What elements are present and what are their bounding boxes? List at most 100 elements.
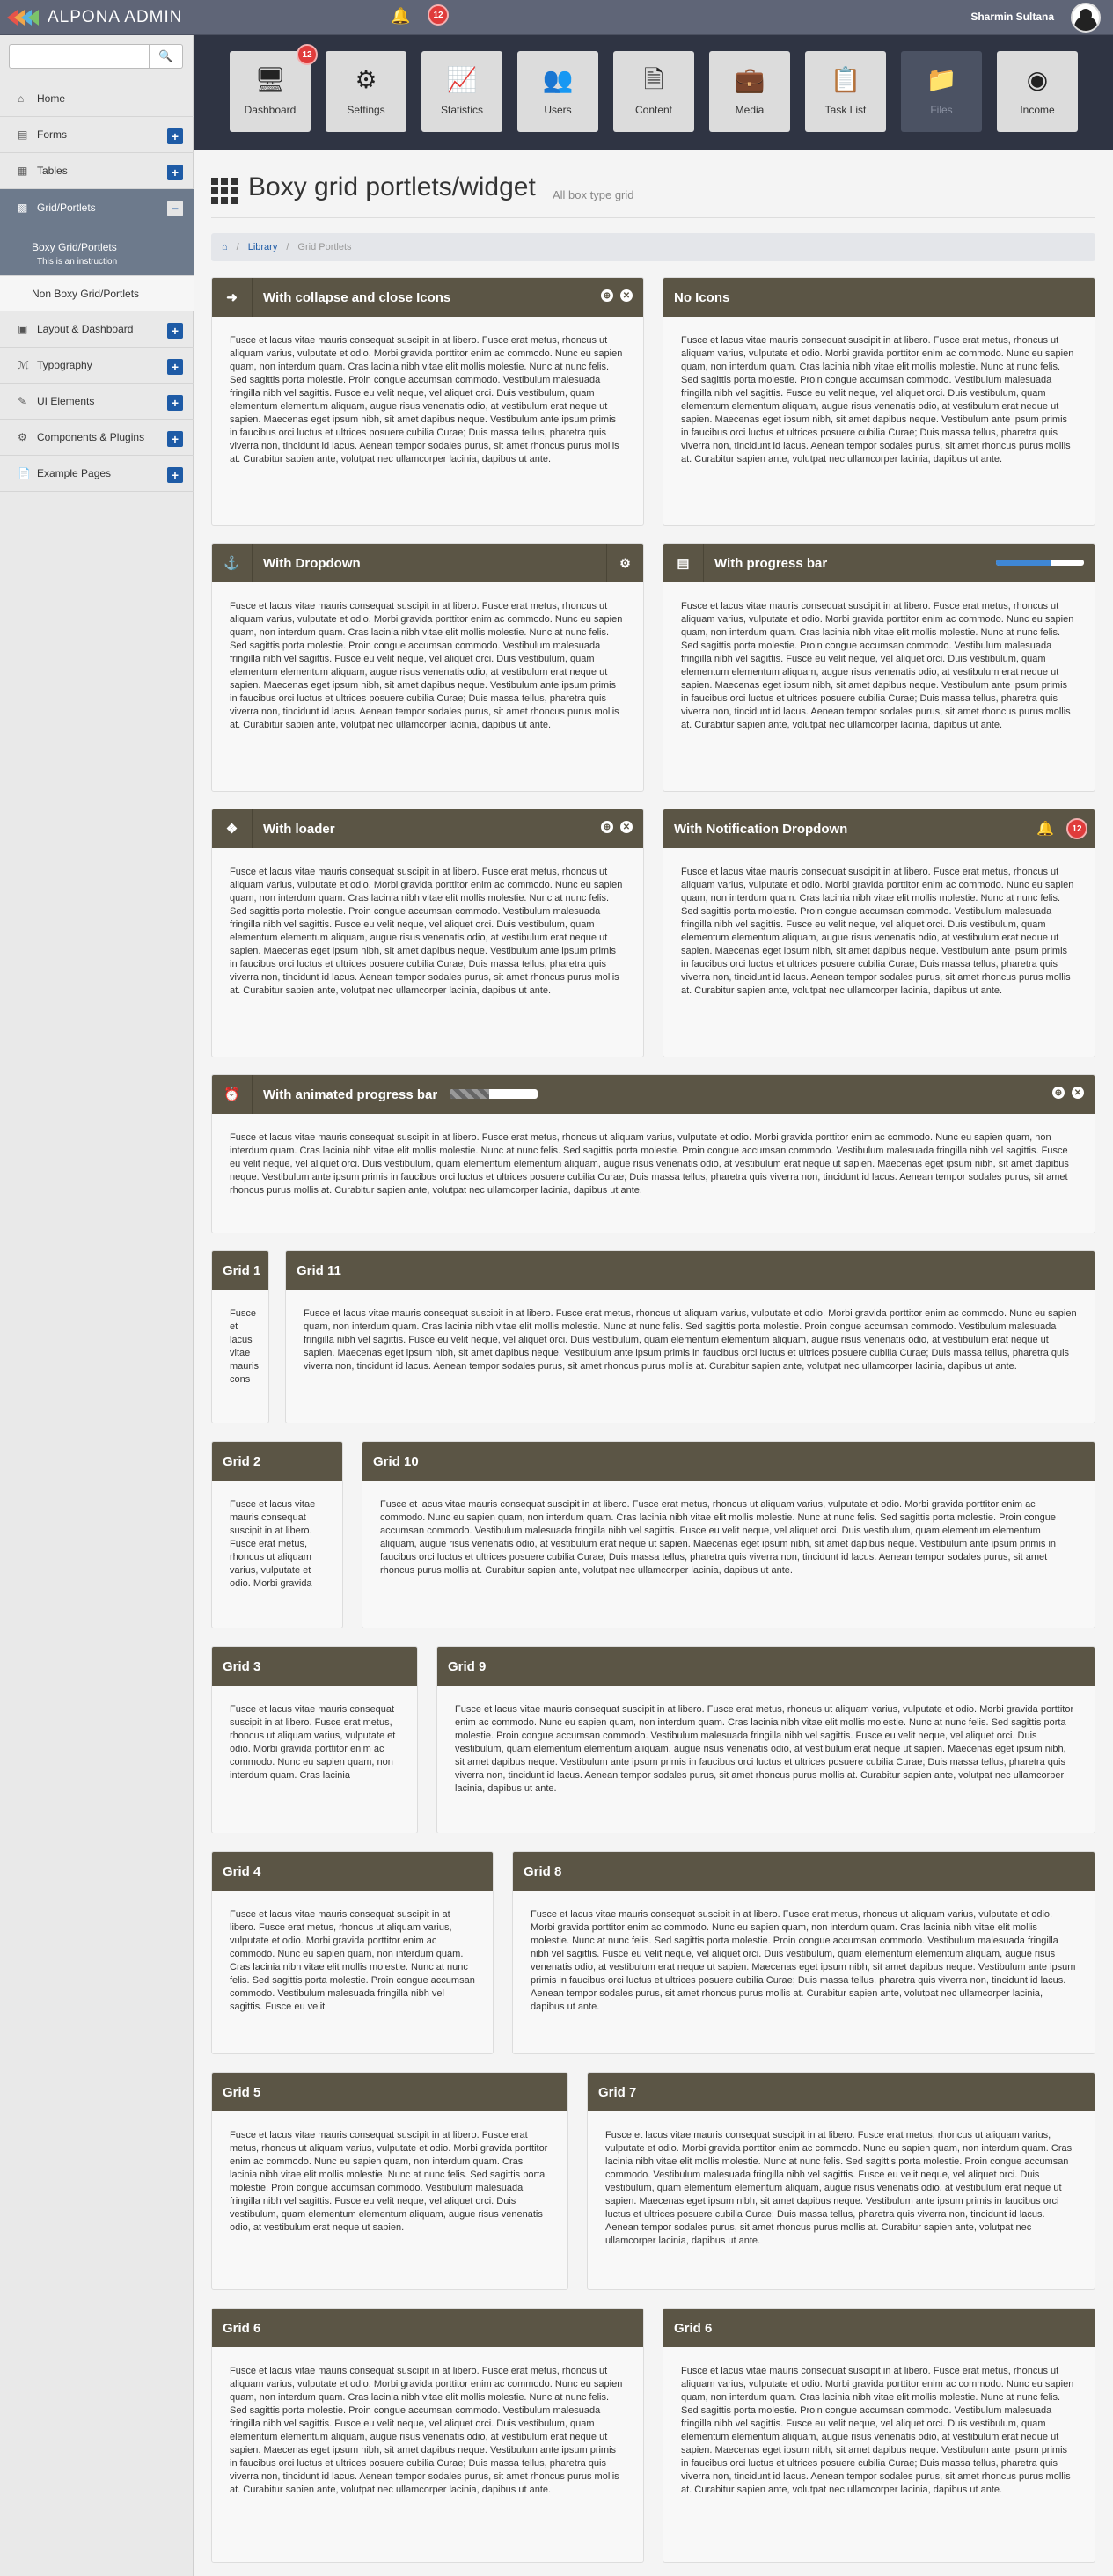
notification-badge[interactable]: 12 [1066, 818, 1087, 839]
user-name[interactable]: Sharmin Sultana [970, 11, 1054, 23]
toolbar-label: Income [1020, 104, 1055, 116]
portlet-title: Grid 1 [223, 1262, 261, 1278]
toolbar-users-button[interactable]: 👥 Users [517, 51, 598, 132]
sidebar-item-example-pages[interactable]: 📄 Example Pages + [0, 456, 194, 492]
portlet-title: Grid 10 [373, 1453, 419, 1469]
portlet-body: Fusce et lacus vitae mauris consequat su… [230, 2130, 548, 2233]
shortcut-toolbar: 🖥 Dashboard 12 ⚙ Settings 📈 Statistics 👥… [194, 35, 1113, 150]
portlet-body: Fusce et lacus vitae mauris cons [230, 1308, 260, 1385]
sidebar-item-typography[interactable]: ℳ Typography + [0, 348, 194, 384]
expand-icon[interactable]: + [167, 395, 183, 411]
portlet-grid-1: Grid 1 Fusce et lacus vitae mauris cons [211, 1250, 269, 1423]
portlet-title: Grid 5 [223, 2084, 261, 2100]
expand-icon[interactable]: + [167, 467, 183, 483]
sidebar-item-label: Home [37, 92, 66, 105]
portlet-header: Grid 11 [286, 1251, 1095, 1290]
collapse-icon[interactable]: − [167, 201, 183, 216]
search-button[interactable]: 🔍 [150, 44, 183, 69]
expand-icon[interactable]: + [167, 165, 183, 180]
toolbar-settings-button[interactable]: ⚙ Settings [326, 51, 406, 132]
portlet-header: ❖ With loader ⊕ ✕ [212, 809, 643, 848]
close-icon[interactable]: ✕ [620, 821, 633, 833]
toolbar-media-button[interactable]: 💼 Media [709, 51, 790, 132]
toolbar-label: Task List [824, 104, 867, 116]
sidebar-item-forms[interactable]: ▤ Forms + [0, 117, 194, 153]
portlet-title: With loader [263, 821, 335, 837]
portlet-grid-11: Grid 11 Fusce et lacus vitae mauris cons… [285, 1250, 1095, 1423]
portlet-grid-8: Grid 8 Fusce et lacus vitae mauris conse… [512, 1851, 1095, 2054]
alarm-clock-icon: ⏰ [212, 1075, 253, 1114]
tasks-icon: 📋 [830, 66, 861, 93]
portlet-body: Fusce et lacus vitae mauris consequat su… [455, 1704, 1074, 1794]
sidebar-item-home[interactable]: ⌂ Home [0, 81, 194, 117]
breadcrumb-library[interactable]: Library [248, 242, 278, 252]
portlet-header: Grid 8 [513, 1852, 1095, 1891]
close-icon[interactable]: ✕ [1072, 1087, 1084, 1099]
toolbar-files-button[interactable]: 📁 Files [901, 51, 982, 132]
portlet-body: Fusce et lacus vitae mauris consequat su… [605, 2130, 1073, 2246]
top-bar: ALPONA ADMIN 🔔 12 Sharmin Sultana [0, 0, 1113, 35]
toolbar-dashboard-button[interactable]: 🖥 Dashboard 12 [230, 44, 318, 132]
avatar[interactable] [1071, 3, 1101, 33]
sidebar-item-ui-elements[interactable]: ✎ UI Elements + [0, 384, 194, 420]
portlet-header: Grid 7 [588, 2073, 1095, 2111]
bell-icon[interactable]: 🔔 [1036, 820, 1054, 838]
toolbar-label: Files [930, 104, 953, 116]
search-input[interactable] [9, 44, 150, 69]
page-title: Boxy grid portlets/widget [248, 172, 536, 201]
sidebar-item-layout[interactable]: ▣ Layout & Dashboard + [0, 311, 194, 348]
expand-icon[interactable]: + [167, 359, 183, 375]
collapse-icon[interactable]: ⊕ [601, 289, 613, 302]
page-subtitle: All box type grid [553, 188, 634, 201]
collapse-icon[interactable]: ⊕ [601, 821, 613, 833]
toolbar-task-list-button[interactable]: 📋 Task List [805, 51, 886, 132]
gear-icon[interactable]: ⚙ [606, 544, 643, 582]
portlet-notification: With Notification Dropdown 🔔 12 Fusce et … [663, 809, 1095, 1057]
portlet-header: Grid 6 [663, 2309, 1095, 2347]
forms-icon: ▤ [18, 128, 28, 141]
portlet-grid-6-left: Grid 6 Fusce et lacus vitae mauris conse… [211, 2308, 644, 2563]
toolbar-income-button[interactable]: ◉ Income [997, 51, 1078, 132]
brand-logo [7, 10, 39, 26]
sidebar-item-tables[interactable]: ▦ Tables + [0, 153, 194, 189]
sidebar-search: 🔍 [9, 44, 183, 69]
portlet-header: Grid 9 [437, 1647, 1095, 1686]
portlet-header: With Notification Dropdown 🔔 12 [663, 809, 1095, 848]
toolbar-content-button[interactable]: 🗎 Content [613, 51, 694, 132]
sidebar-item-label: Tables [37, 165, 68, 177]
grid-icon: ▩ [18, 201, 28, 214]
brand[interactable]: ALPONA ADMIN [7, 5, 183, 30]
bell-icon[interactable]: 🔔 [391, 7, 410, 26]
layout-icon: ▣ [18, 323, 28, 335]
portlet-header: ⏰ With animated progress bar ⊕ ✕ [212, 1075, 1095, 1114]
monitor-icon: 🖥 [254, 66, 286, 93]
book-icon: ▤ [663, 544, 704, 582]
expand-icon[interactable]: + [167, 323, 183, 339]
portlet-body: Fusce et lacus vitae mauris consequat su… [380, 1499, 1057, 1576]
expand-icon[interactable]: + [167, 128, 183, 144]
sidebar-subitem-boxy[interactable]: Boxy Grid/Portlets This is an instructio… [0, 225, 194, 276]
sidebar-subitem-non-boxy[interactable]: Non Boxy Grid/Portlets [0, 276, 194, 311]
arrow-right-icon: ➜ [212, 278, 253, 317]
toolbar-statistics-button[interactable]: 📈 Statistics [421, 51, 502, 132]
sidebar-item-label: Typography [37, 359, 92, 371]
sidebar-item-components[interactable]: ⚙ Components & Plugins + [0, 420, 194, 456]
portlet-title: With Notification Dropdown [674, 821, 848, 837]
portlet-body: Fusce et lacus vitae mauris consequat su… [230, 335, 623, 465]
portlet-title: Grid 4 [223, 1863, 261, 1879]
portlet-header: ⚓ With Dropdown ⚙ [212, 544, 643, 582]
expand-icon[interactable]: + [167, 431, 183, 447]
portlet-grid-9: Grid 9 Fusce et lacus vitae mauris conse… [436, 1646, 1095, 1833]
portlet-header: ➜ With collapse and close Icons ⊕ ✕ [212, 278, 643, 317]
portlet-body: Fusce et lacus vitae mauris consequat su… [230, 2366, 623, 2495]
collapse-icon[interactable]: ⊕ [1052, 1087, 1065, 1099]
breadcrumb: ⌂ / Library / Grid Portlets [211, 233, 1095, 261]
portlet-header: No Icons [663, 278, 1095, 317]
portlet-grid-4: Grid 4 Fusce et lacus vitae mauris conse… [211, 1851, 494, 2054]
portlet-body: Fusce et lacus vitae mauris consequat su… [681, 2366, 1074, 2495]
close-icon[interactable]: ✕ [620, 289, 633, 302]
home-icon[interactable]: ⌂ [222, 242, 228, 252]
sidebar-item-grid-portlets[interactable]: ▩ Grid/Portlets − [0, 189, 194, 225]
notification-count-badge[interactable]: 12 [428, 4, 449, 26]
portlet-header: Grid 5 [212, 2073, 567, 2111]
